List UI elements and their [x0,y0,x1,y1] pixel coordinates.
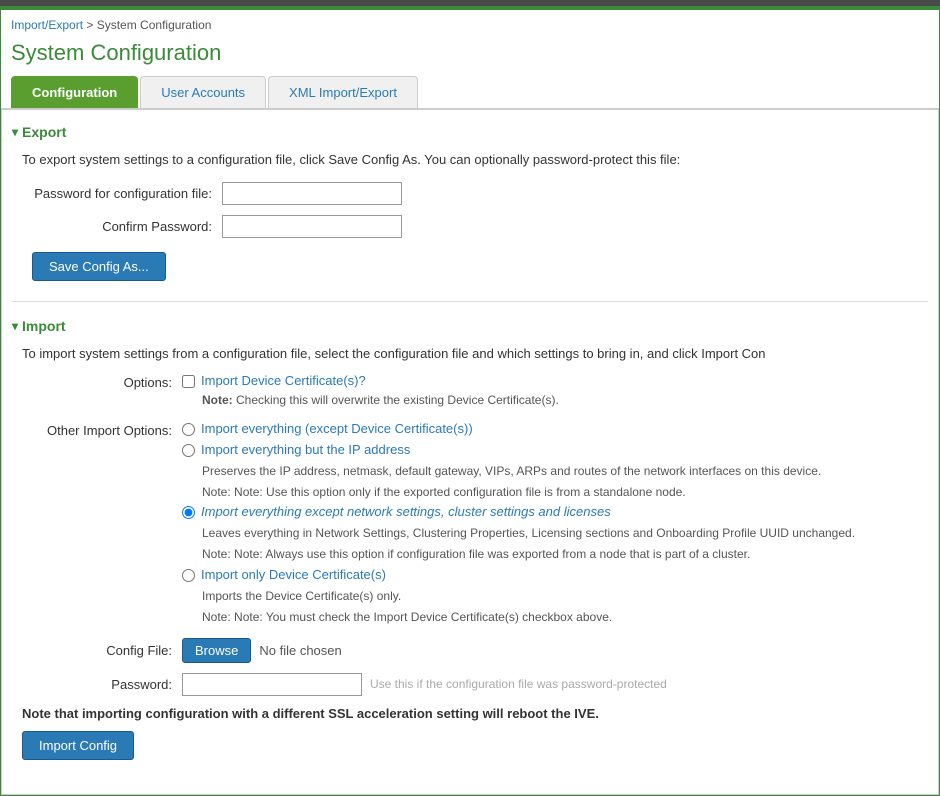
import-section: Import To import system settings from a … [12,318,928,760]
other-import-options-row: Other Import Options: Import everything … [22,421,928,630]
radio-input-1[interactable] [182,423,195,436]
save-config-button[interactable]: Save Config As... [32,252,166,281]
save-btn-row: Save Config As... [22,252,928,281]
export-password-input[interactable] [222,182,402,205]
breadcrumb-current: System Configuration [97,18,212,32]
import-options-content: Import Device Certificate(s)? Note: Chec… [182,373,928,413]
radio-2-note-1-text: Preserves the IP address, netmask, defau… [202,463,928,480]
radio-2-note-1: Preserves the IP address, netmask, defau… [202,463,928,480]
radio-input-3[interactable] [182,506,195,519]
breadcrumb-link[interactable]: Import/Export [11,18,83,32]
export-section-body: To export system settings to a configura… [12,150,928,281]
import-section-body: To import system settings from a configu… [12,344,928,760]
other-import-content: Import everything (except Device Certifi… [182,421,928,630]
export-confirm-label: Confirm Password: [22,219,222,234]
page-title: System Configuration [1,36,939,76]
import-device-cert-label: Import Device Certificate(s)? [201,373,366,388]
export-description: To export system settings to a configura… [22,150,928,170]
import-config-button[interactable]: Import Config [22,731,134,760]
radio-option-2: Import everything but the IP address [182,442,928,457]
radio-input-4[interactable] [182,569,195,582]
export-password-row: Password for configuration file: [22,182,928,205]
export-section-label: Export [22,124,66,140]
radio-input-2[interactable] [182,444,195,457]
import-section-label: Import [22,318,66,334]
radio-3-note-2-text: Note: Note: Always use this option if co… [202,546,928,563]
radio-label-4: Import only Device Certificate(s) [201,567,386,582]
browse-button[interactable]: Browse [182,638,251,663]
radio-option-3: Import everything except network setting… [182,504,928,519]
tab-user-accounts[interactable]: User Accounts [140,76,266,108]
tabs: Configuration User Accounts XML Import/E… [1,76,939,110]
radio-2-note-2: Note: Note: Use this option only if the … [202,484,928,501]
import-warning-note: Note that importing configuration with a… [22,706,928,721]
export-password-label: Password for configuration file: [22,186,222,201]
export-confirm-row: Confirm Password: [22,215,928,238]
import-device-cert-note: Note: Checking this will overwrite the e… [202,392,928,409]
config-file-label: Config File: [22,643,182,658]
tab-xml-import-export[interactable]: XML Import/Export [268,76,418,108]
import-password-input[interactable] [182,673,362,696]
radio-option-4: Import only Device Certificate(s) [182,567,928,582]
export-section: Export To export system settings to a co… [12,124,928,281]
import-password-row: Password: Use this if the configuration … [22,673,928,696]
export-confirm-input[interactable] [222,215,402,238]
radio-4-note-2: Note: Note: You must check the Import De… [202,609,928,626]
radio-4-note-1-text: Imports the Device Certificate(s) only. [202,588,928,605]
radio-4-note-1: Imports the Device Certificate(s) only. [202,588,928,605]
config-file-row: Config File: Browse No file chosen [22,638,928,663]
radio-3-note-2: Note: Note: Always use this option if co… [202,546,928,563]
other-import-label: Other Import Options: [22,421,182,438]
export-section-header[interactable]: Export [12,124,928,140]
import-device-cert-row: Options: Import Device Certificate(s)? N… [22,373,928,413]
radio-label-1: Import everything (except Device Certifi… [201,421,473,436]
radio-option-1: Import everything (except Device Certifi… [182,421,928,436]
import-device-cert-checkbox-row: Import Device Certificate(s)? [182,373,928,388]
radio-2-note-2-text: Note: Note: Use this option only if the … [202,484,928,501]
import-password-hint: Use this if the configuration file was p… [370,677,667,691]
content-area: Export To export system settings to a co… [1,110,939,795]
import-section-header[interactable]: Import [12,318,928,334]
no-file-text: No file chosen [259,643,341,658]
import-device-cert-checkbox[interactable] [182,375,195,388]
import-options-label: Options: [22,373,182,390]
breadcrumb-separator: > [86,18,96,32]
radio-3-note-1-text: Leaves everything in Network Settings, C… [202,525,928,542]
section-divider [12,301,928,302]
import-description: To import system settings from a configu… [22,344,928,364]
import-btn-row: Import Config [22,731,928,760]
import-password-label: Password: [22,677,182,692]
tab-configuration[interactable]: Configuration [11,76,138,108]
radio-label-2: Import everything but the IP address [201,442,410,457]
radio-4-note-2-text: Note: Note: You must check the Import De… [202,609,928,626]
radio-label-3: Import everything except network setting… [201,504,611,519]
breadcrumb: Import/Export > System Configuration [1,10,939,36]
radio-3-note-1: Leaves everything in Network Settings, C… [202,525,928,542]
